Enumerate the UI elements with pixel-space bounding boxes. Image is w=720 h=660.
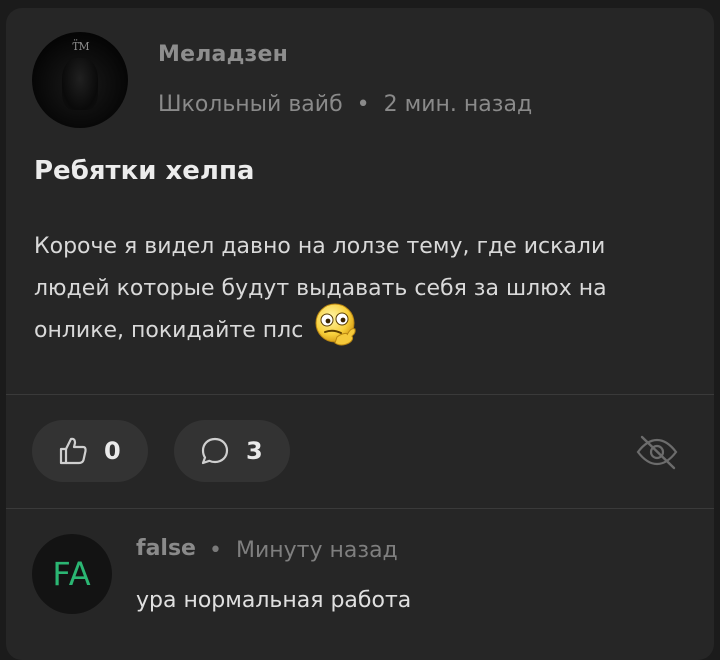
eye-off-icon[interactable] [634, 432, 680, 472]
community-name[interactable]: Школьный вайб [158, 92, 343, 117]
like-count: 0 [104, 437, 121, 465]
post-body-line-last: онлике, покидайте плс [34, 303, 674, 352]
comment-count: 3 [246, 437, 263, 465]
comment-time: Минуту назад [236, 538, 398, 563]
post-title: Ребятки хелпа [34, 156, 255, 186]
avatar-mark: Ƭ̈M [72, 40, 90, 53]
author-avatar[interactable]: Ƭ̈M [32, 32, 128, 128]
comment-bubble-icon [201, 437, 229, 465]
avatar-figure [62, 58, 98, 110]
comments-divider [6, 508, 714, 509]
post-body-line: онлике, покидайте плс [34, 318, 304, 343]
post-divider [6, 394, 714, 395]
post-meta: Школьный вайб • 2 мин. назад [158, 92, 532, 117]
comment-meta-separator: • [209, 538, 222, 563]
meta-separator: • [356, 92, 370, 117]
post-card: Ƭ̈M Меладзен Школьный вайб • 2 мин. назад … [6, 8, 714, 660]
comment-text: ура нормальная работа [136, 588, 412, 613]
comment-author[interactable]: false [136, 536, 196, 561]
author-name[interactable]: Меладзен [158, 42, 288, 67]
thumbs-up-icon [59, 437, 87, 465]
thinking-face-emoji [315, 303, 357, 346]
comments-button[interactable]: 3 [174, 420, 290, 482]
post-header: Ƭ̈M Меладзен Школьный вайб • 2 мин. назад [32, 32, 692, 132]
post-body: Короче я видел давно на лолзе тему, где … [34, 226, 674, 352]
comment-avatar[interactable]: FA [32, 534, 112, 614]
post-body-line: Короче я видел давно на лолзе тему, где … [34, 234, 606, 259]
like-button[interactable]: 0 [32, 420, 148, 482]
post-time: 2 мин. назад [383, 92, 533, 117]
